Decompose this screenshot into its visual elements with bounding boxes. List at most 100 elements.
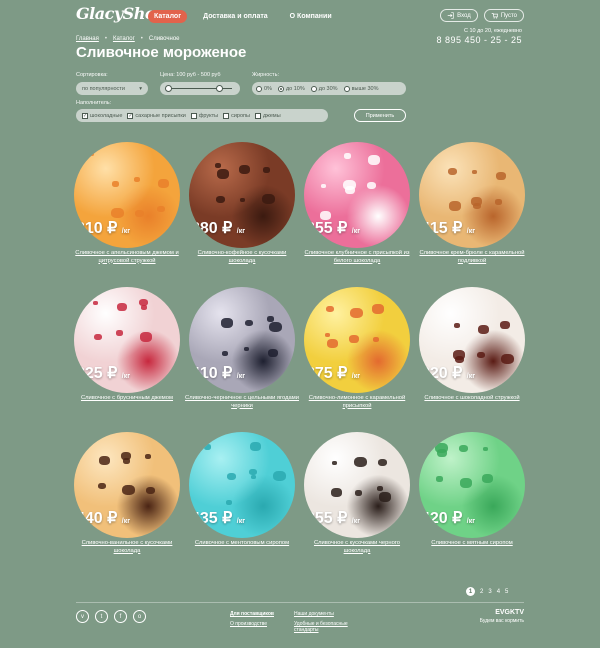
product-name-link[interactable]: Сливочное с кусочками черного шоколада [300, 540, 414, 555]
checkbox[interactable] [254, 112, 261, 119]
product-card[interactable]: 415 ₽ /кг Сливочное крем-брюле с карамель… [419, 142, 525, 264]
topping-speck [251, 475, 256, 479]
product-card[interactable]: 310 ₽ /кг Сливочное с апельсиновым джемом… [74, 142, 180, 264]
fat-option-over-30[interactable]: выше 30% [343, 85, 378, 92]
product-name-link[interactable]: Сливочное с шоколадной стружкой [415, 395, 529, 403]
topping-speck [449, 201, 461, 211]
radio-button[interactable] [277, 85, 284, 92]
odnoklassniki-icon[interactable]: o [133, 610, 146, 623]
product-image[interactable]: 435 ₽ /кг [189, 432, 295, 538]
checkbox[interactable]: ✓ [127, 112, 134, 119]
addon-sprinkles[interactable]: ✓ сахарные присыпки [127, 112, 186, 119]
slider-handle-max[interactable] [216, 85, 224, 92]
product-name-link[interactable]: Сливочное с ментоловым сиропом [185, 540, 299, 548]
radio-button[interactable] [256, 85, 262, 92]
product-name-link[interactable]: Сливочно-кофейное с кусочками шоколада [185, 250, 299, 265]
nav-about[interactable]: О Компании [284, 10, 338, 23]
product-card[interactable]: 440 ₽ /кг Сливочно-ванильное с кусочками … [74, 432, 180, 554]
product-card[interactable]: 410 ₽ /кг Сливочно-черничное с цельными я… [185, 287, 299, 409]
checkbox[interactable]: ✓ [82, 112, 88, 119]
product-image[interactable]: 325 ₽ /кг [74, 287, 180, 393]
product-image[interactable]: 415 ₽ /кг [419, 142, 525, 248]
price-range-slider[interactable] [160, 82, 240, 95]
slider-handle-min[interactable] [165, 85, 172, 92]
product-image[interactable]: 310 ₽ /кг [74, 142, 180, 248]
footer-link-suppliers[interactable]: Для поставщиков [230, 611, 284, 617]
product-image[interactable]: 355 ₽ /кг [304, 142, 410, 248]
product-price: 375 ₽ /кг [306, 363, 360, 383]
product-card[interactable]: 325 ₽ /кг Сливочное с брусничным джемом [74, 287, 180, 401]
product-name-link[interactable]: Сливочное клубничное с присыпкой из бело… [300, 250, 414, 265]
price-value: 440 ₽ [76, 510, 118, 527]
checkbox[interactable] [223, 112, 230, 119]
product-image[interactable]: 375 ₽ /кг [304, 287, 410, 393]
addon-label: сахарные присыпки [135, 112, 186, 119]
product-card[interactable]: 355 ₽ /кг Сливочное клубничное с присыпко… [304, 142, 410, 264]
page-5-link[interactable]: 5 [505, 589, 508, 595]
page-4-link[interactable]: 4 [497, 589, 500, 595]
topping-speck [459, 445, 468, 453]
product-image[interactable]: 410 ₽ /кг [189, 287, 295, 393]
phone-number[interactable]: 8 895 450 - 25 - 25 [436, 35, 522, 45]
product-name-link[interactable]: Сливочное с мятным сиропом [415, 540, 529, 548]
product-card[interactable]: 320 ₽ /кг Сливочное с шоколадной стружкой [419, 287, 525, 401]
product-name-link[interactable]: Сливочно-лимонное с карамельной присыпко… [300, 395, 414, 410]
facebook-icon[interactable]: f [114, 610, 127, 623]
topping-speck [331, 488, 342, 497]
nav-delivery[interactable]: Доставка и оплата [197, 10, 274, 23]
page-3-link[interactable]: 3 [488, 589, 491, 595]
product-name-link[interactable]: Сливочно-черничное с цельными ягодами че… [185, 395, 299, 410]
developer-credit[interactable]: EVGKTV Будем вас кормить [480, 609, 524, 624]
topping-speck [496, 172, 506, 180]
product-card[interactable]: 380 ₽ /кг Сливочно-кофейное с кусочками ш… [189, 142, 295, 264]
product-name-link[interactable]: Сливочное с апельсиновым джемом и цитрус… [70, 250, 184, 265]
product-image[interactable]: 380 ₽ /кг [189, 142, 295, 248]
radio-button[interactable] [310, 85, 317, 92]
product-image[interactable]: 355 ₽ /кг [304, 432, 410, 538]
apply-button[interactable]: Применить [354, 109, 406, 122]
cart-button[interactable]: Пусто [483, 9, 524, 22]
addon-syrups[interactable]: сиропы [223, 112, 250, 119]
fat-option-10[interactable]: до 10% [277, 85, 305, 92]
breadcrumb-home[interactable]: Главная [76, 36, 99, 42]
product-card[interactable]: 420 ₽ /кг Сливочное с мятным сиропом [419, 432, 525, 546]
footer-link-standards[interactable]: Удобные и безопасные стандарты [294, 621, 364, 633]
breadcrumb-catalog[interactable]: Каталог [113, 36, 135, 42]
product-image[interactable]: 320 ₽ /кг [419, 287, 525, 393]
page-1-link[interactable]: 1 [466, 587, 475, 596]
product-image[interactable]: 440 ₽ /кг [74, 432, 180, 538]
topping-speck [367, 182, 376, 190]
twitter-icon[interactable]: t [95, 610, 108, 623]
sort-select[interactable]: по популярности ▾ [76, 82, 148, 95]
product-card[interactable]: 355 ₽ /кг Сливочное с кусочками черного ш… [304, 432, 410, 554]
fat-option-0[interactable]: 0% [256, 85, 272, 92]
addon-options: ✓ шоколадные ✓ сахарные присыпки фрукты си… [76, 109, 328, 122]
topping-speck [332, 461, 337, 465]
price-unit: /кг [236, 373, 246, 380]
radio-button[interactable] [343, 85, 350, 92]
nav-catalog[interactable]: Каталог [148, 10, 188, 23]
footer-link-production[interactable]: О производстве [230, 621, 284, 633]
vk-icon[interactable]: v [76, 610, 89, 623]
addon-fruits[interactable]: фрукты [190, 112, 218, 119]
page-2-link[interactable]: 2 [480, 589, 483, 595]
addon-chocolate[interactable]: ✓ шоколадные [82, 112, 122, 119]
product-price: 325 ₽ /кг [76, 363, 130, 383]
login-button[interactable]: Вход [440, 9, 478, 22]
product-card[interactable]: 375 ₽ /кг Сливочно-лимонное с карамельной… [304, 287, 410, 409]
product-name-link[interactable]: Сливочное с брусничным джемом [70, 395, 184, 403]
fat-option-30[interactable]: до 30% [310, 85, 338, 92]
price-unit: /кг [351, 518, 361, 525]
topping-speck [477, 352, 485, 359]
price-unit: /кг [351, 373, 361, 380]
footer-link-documents[interactable]: Наши документы [294, 611, 364, 617]
addon-jams[interactable]: джемы [254, 112, 281, 119]
product-image[interactable]: 420 ₽ /кг [419, 432, 525, 538]
topping-speck [460, 478, 472, 488]
checkbox[interactable] [190, 112, 197, 119]
fat-label: Жирность: [252, 72, 279, 78]
product-card[interactable]: 435 ₽ /кг Сливочное с ментоловым сиропом [189, 432, 295, 546]
topping-speck [321, 184, 326, 188]
product-name-link[interactable]: Сливочное крем-брюле с карамельной подли… [415, 250, 529, 265]
product-name-link[interactable]: Сливочно-ванильное с кусочками шоколада [70, 540, 184, 555]
